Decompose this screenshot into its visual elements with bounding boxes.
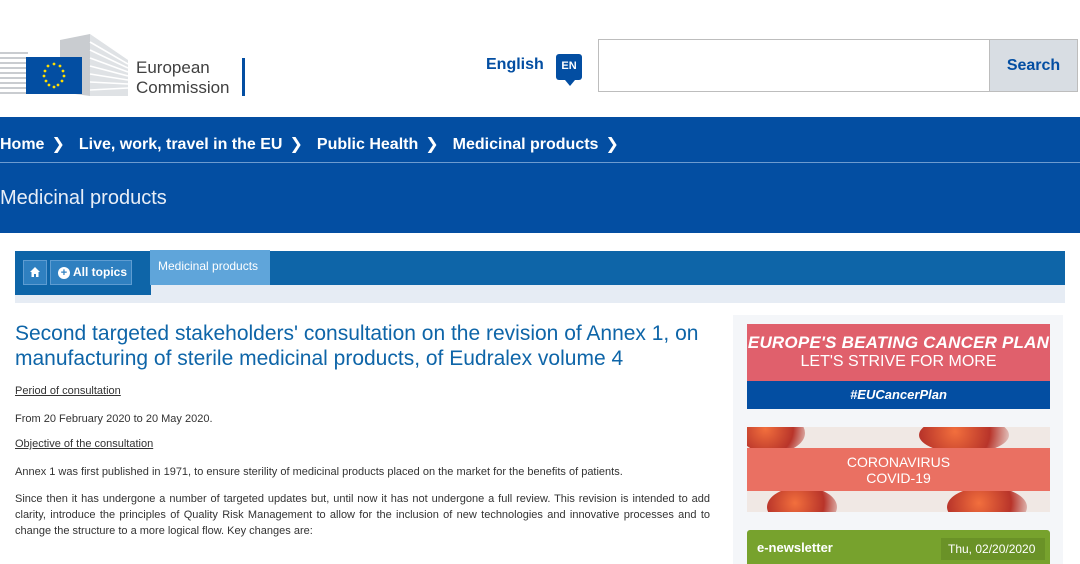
article-title: Second targeted stakeholders' consultati… [15,322,699,370]
all-topics-button[interactable]: + All topics [50,260,132,285]
breadcrumb-item-medicinal-products[interactable]: Medicinal products ❯ [453,134,619,154]
band-divider [0,162,1080,163]
newsletter-label: e-newsletter [757,540,833,555]
cancer-banner-subtitle: LET'S STRIVE FOR MORE [800,353,997,370]
breadcrumb-label[interactable]: Live, work, travel in the EU [79,136,283,153]
chevron-right-icon: ❯ [605,136,619,153]
breadcrumb: Home ❯ Live, work, travel in the EU ❯ Publ… [0,134,633,154]
home-icon [30,267,40,277]
cancer-plan-banner[interactable]: EUROPE'S BEATING CANCER PLAN LET'S STRIV… [747,324,1050,409]
topic-bar-underline [15,285,151,295]
breadcrumb-label[interactable]: Public Health [317,136,418,153]
logo-line-2: Commission [136,78,230,97]
period-text: From 20 February 2020 to 20 May 2020. [15,413,213,425]
logo-line-1: European [136,58,210,77]
plus-circle-icon: + [58,267,70,279]
coronavirus-banner[interactable]: CORONAVIRUS COVID-19 [747,427,1050,512]
cancer-banner-top: EUROPE'S BEATING CANCER PLAN LET'S STRIV… [747,324,1050,381]
period-heading: Period of consultation [15,385,121,397]
page-header-band: Home ❯ Live, work, travel in the EU ❯ Publ… [0,117,1080,233]
e-newsletter-box[interactable]: e-newsletter Thu, 02/20/2020 [747,530,1050,564]
breadcrumb-label[interactable]: Home [0,136,44,153]
coronavirus-line-2: COVID-19 [866,470,931,486]
language-code-badge[interactable]: EN [556,54,582,86]
cancer-banner-hashtag: #EUCancerPlan [747,381,1050,409]
search-button[interactable]: Search [989,39,1078,92]
language-selector[interactable]: English [486,56,544,74]
page-title: Medicinal products [0,187,167,209]
search-input[interactable] [598,39,990,92]
breadcrumb-item-live-work-travel[interactable]: Live, work, travel in the EU ❯ [79,134,303,154]
breadcrumb-label[interactable]: Medicinal products [453,136,599,153]
all-topics-label: All topics [73,265,128,279]
chevron-right-icon: ❯ [289,136,303,153]
coronavirus-line-1: CORONAVIRUS [846,454,951,470]
home-button[interactable] [23,260,47,285]
article-paragraph-2: Since then it has undergone a number of … [15,493,710,537]
logo-text: European Commission [136,58,230,98]
logo-divider [242,58,245,96]
cancer-banner-title: EUROPE'S BEATING CANCER PLAN [747,333,1050,352]
chevron-right-icon: ❯ [51,136,65,153]
site-header: European Commission English EN Search [0,0,1080,117]
breadcrumb-item-public-health[interactable]: Public Health ❯ [317,134,439,154]
chevron-right-icon: ❯ [425,136,439,153]
newsletter-date: Thu, 02/20/2020 [941,538,1045,560]
breadcrumb-item-home[interactable]: Home ❯ [0,134,65,154]
tab-medicinal-products[interactable]: Medicinal products [150,250,270,285]
coronavirus-banner-label: CORONAVIRUS COVID-19 [747,448,1050,491]
objective-heading: Objective of the consultation [15,438,154,450]
article-paragraph-1: Annex 1 was first published in 1971, to … [15,466,623,478]
article: Second targeted stakeholders' consultati… [15,321,710,550]
